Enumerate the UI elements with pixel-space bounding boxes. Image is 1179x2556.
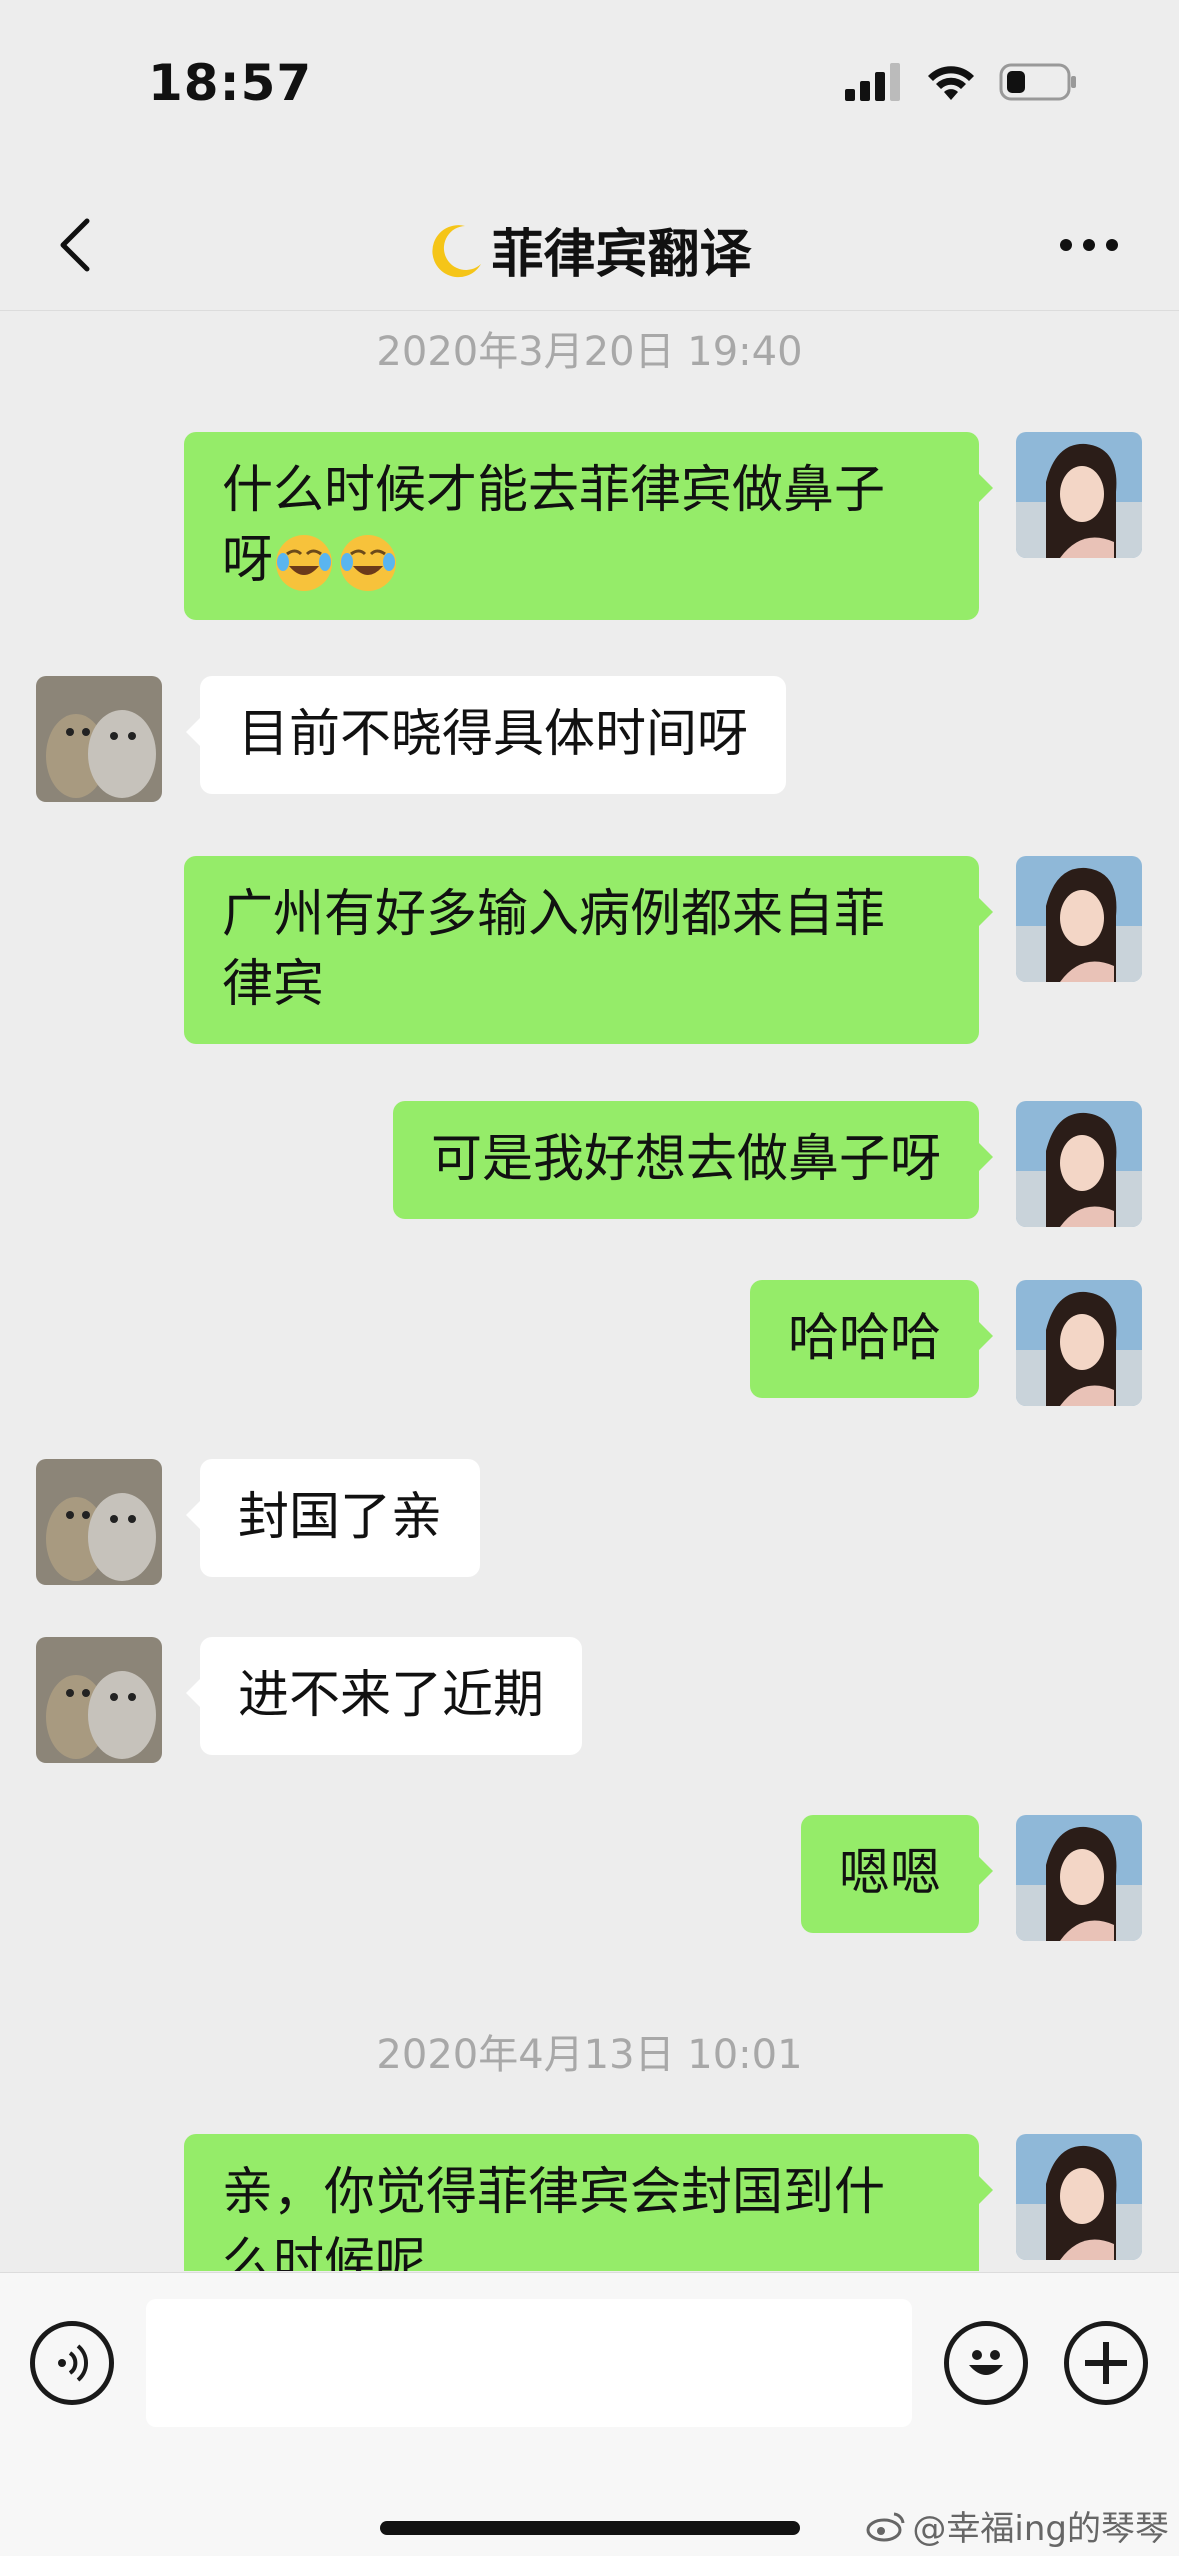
incoming-message[interactable]: 目前不晓得具体时间呀	[185, 676, 787, 794]
chat-title-text: 菲律宾翻译	[491, 225, 752, 285]
message-line: 么时候呢	[222, 2233, 427, 2271]
crying-laughing-emoji-icon	[340, 535, 397, 591]
incoming-message[interactable]: 进不来了近期	[185, 1637, 583, 1755]
home-indicator[interactable]	[380, 2521, 800, 2535]
contact-avatar[interactable]	[36, 676, 162, 802]
plus-icon	[1085, 2342, 1127, 2384]
more-functions-button[interactable]	[1064, 2321, 1148, 2405]
message-line: 呀	[222, 531, 274, 590]
outgoing-message[interactable]: 什么时候才能去菲律宾做鼻子 呀	[184, 432, 993, 620]
watermark-text: @幸福ing的琴琴	[912, 2509, 1169, 2549]
message-input[interactable]	[146, 2299, 912, 2427]
status-time: 18:57	[148, 54, 313, 112]
weibo-logo-icon	[866, 2512, 905, 2541]
crying-laughing-emoji-icon	[276, 535, 333, 591]
watermark: @幸福ing的琴琴	[866, 2501, 1169, 2550]
chat-message-list[interactable]: 2020年3月20日 19:40 什么时候才能去菲律宾做鼻子 呀 目前不晓得具体…	[0, 311, 1179, 2271]
outgoing-message[interactable]: 可是我好想去做鼻子呀	[392, 1101, 994, 1219]
outgoing-message[interactable]: 亲，你觉得菲律宾会封国到什 么时候呢	[184, 2134, 993, 2271]
voice-wave-icon	[58, 2344, 89, 2382]
input-bar: @幸福ing的琴琴	[0, 2272, 1179, 2556]
chat-title: 菲律宾翻译	[0, 212, 1179, 287]
contact-avatar[interactable]	[36, 1637, 162, 1763]
more-dots-icon	[1060, 239, 1118, 251]
my-avatar[interactable]	[1016, 432, 1142, 558]
cellular-signal-icon	[845, 63, 900, 101]
wechat-chat-screen: 18:57 菲律宾翻译 2020年3月20日 19:40 什么时候才能去菲律宾做…	[0, 0, 1179, 2556]
more-options-button[interactable]	[1049, 220, 1129, 270]
status-bar: 18:57	[0, 0, 1179, 170]
status-icons	[845, 62, 1079, 102]
outgoing-message[interactable]: 广州有好多输入病例都来自菲 律宾	[184, 856, 993, 1044]
smiley-face-icon	[969, 2350, 1003, 2375]
nav-bar: 菲律宾翻译	[0, 180, 1179, 311]
timestamp: 2020年4月13日 10:01	[376, 2032, 803, 2078]
my-avatar[interactable]	[1016, 1815, 1142, 1941]
voice-input-button[interactable]	[30, 2321, 114, 2405]
outgoing-message[interactable]: 嗯嗯	[800, 1815, 994, 1933]
my-avatar[interactable]	[1016, 2134, 1142, 2260]
message-line-with-emoji: 呀	[222, 526, 941, 596]
contact-avatar[interactable]	[36, 1459, 162, 1585]
crescent-moon-icon	[432, 224, 482, 277]
my-avatar[interactable]	[1016, 1101, 1142, 1227]
message-line: 律宾	[222, 955, 325, 1014]
timestamp: 2020年3月20日 19:40	[376, 329, 803, 375]
outgoing-message[interactable]: 哈哈哈	[749, 1280, 994, 1398]
my-avatar[interactable]	[1016, 1280, 1142, 1406]
my-avatar[interactable]	[1016, 856, 1142, 982]
message-line: 亲，你觉得菲律宾会封国到什	[222, 2163, 886, 2222]
message-line: 广州有好多输入病例都来自菲	[222, 885, 886, 944]
message-line: 什么时候才能去菲律宾做鼻子	[222, 461, 886, 520]
battery-icon	[999, 63, 1076, 101]
emoji-button[interactable]	[944, 2321, 1028, 2405]
wifi-icon	[928, 66, 974, 100]
incoming-message[interactable]: 封国了亲	[185, 1459, 481, 1577]
